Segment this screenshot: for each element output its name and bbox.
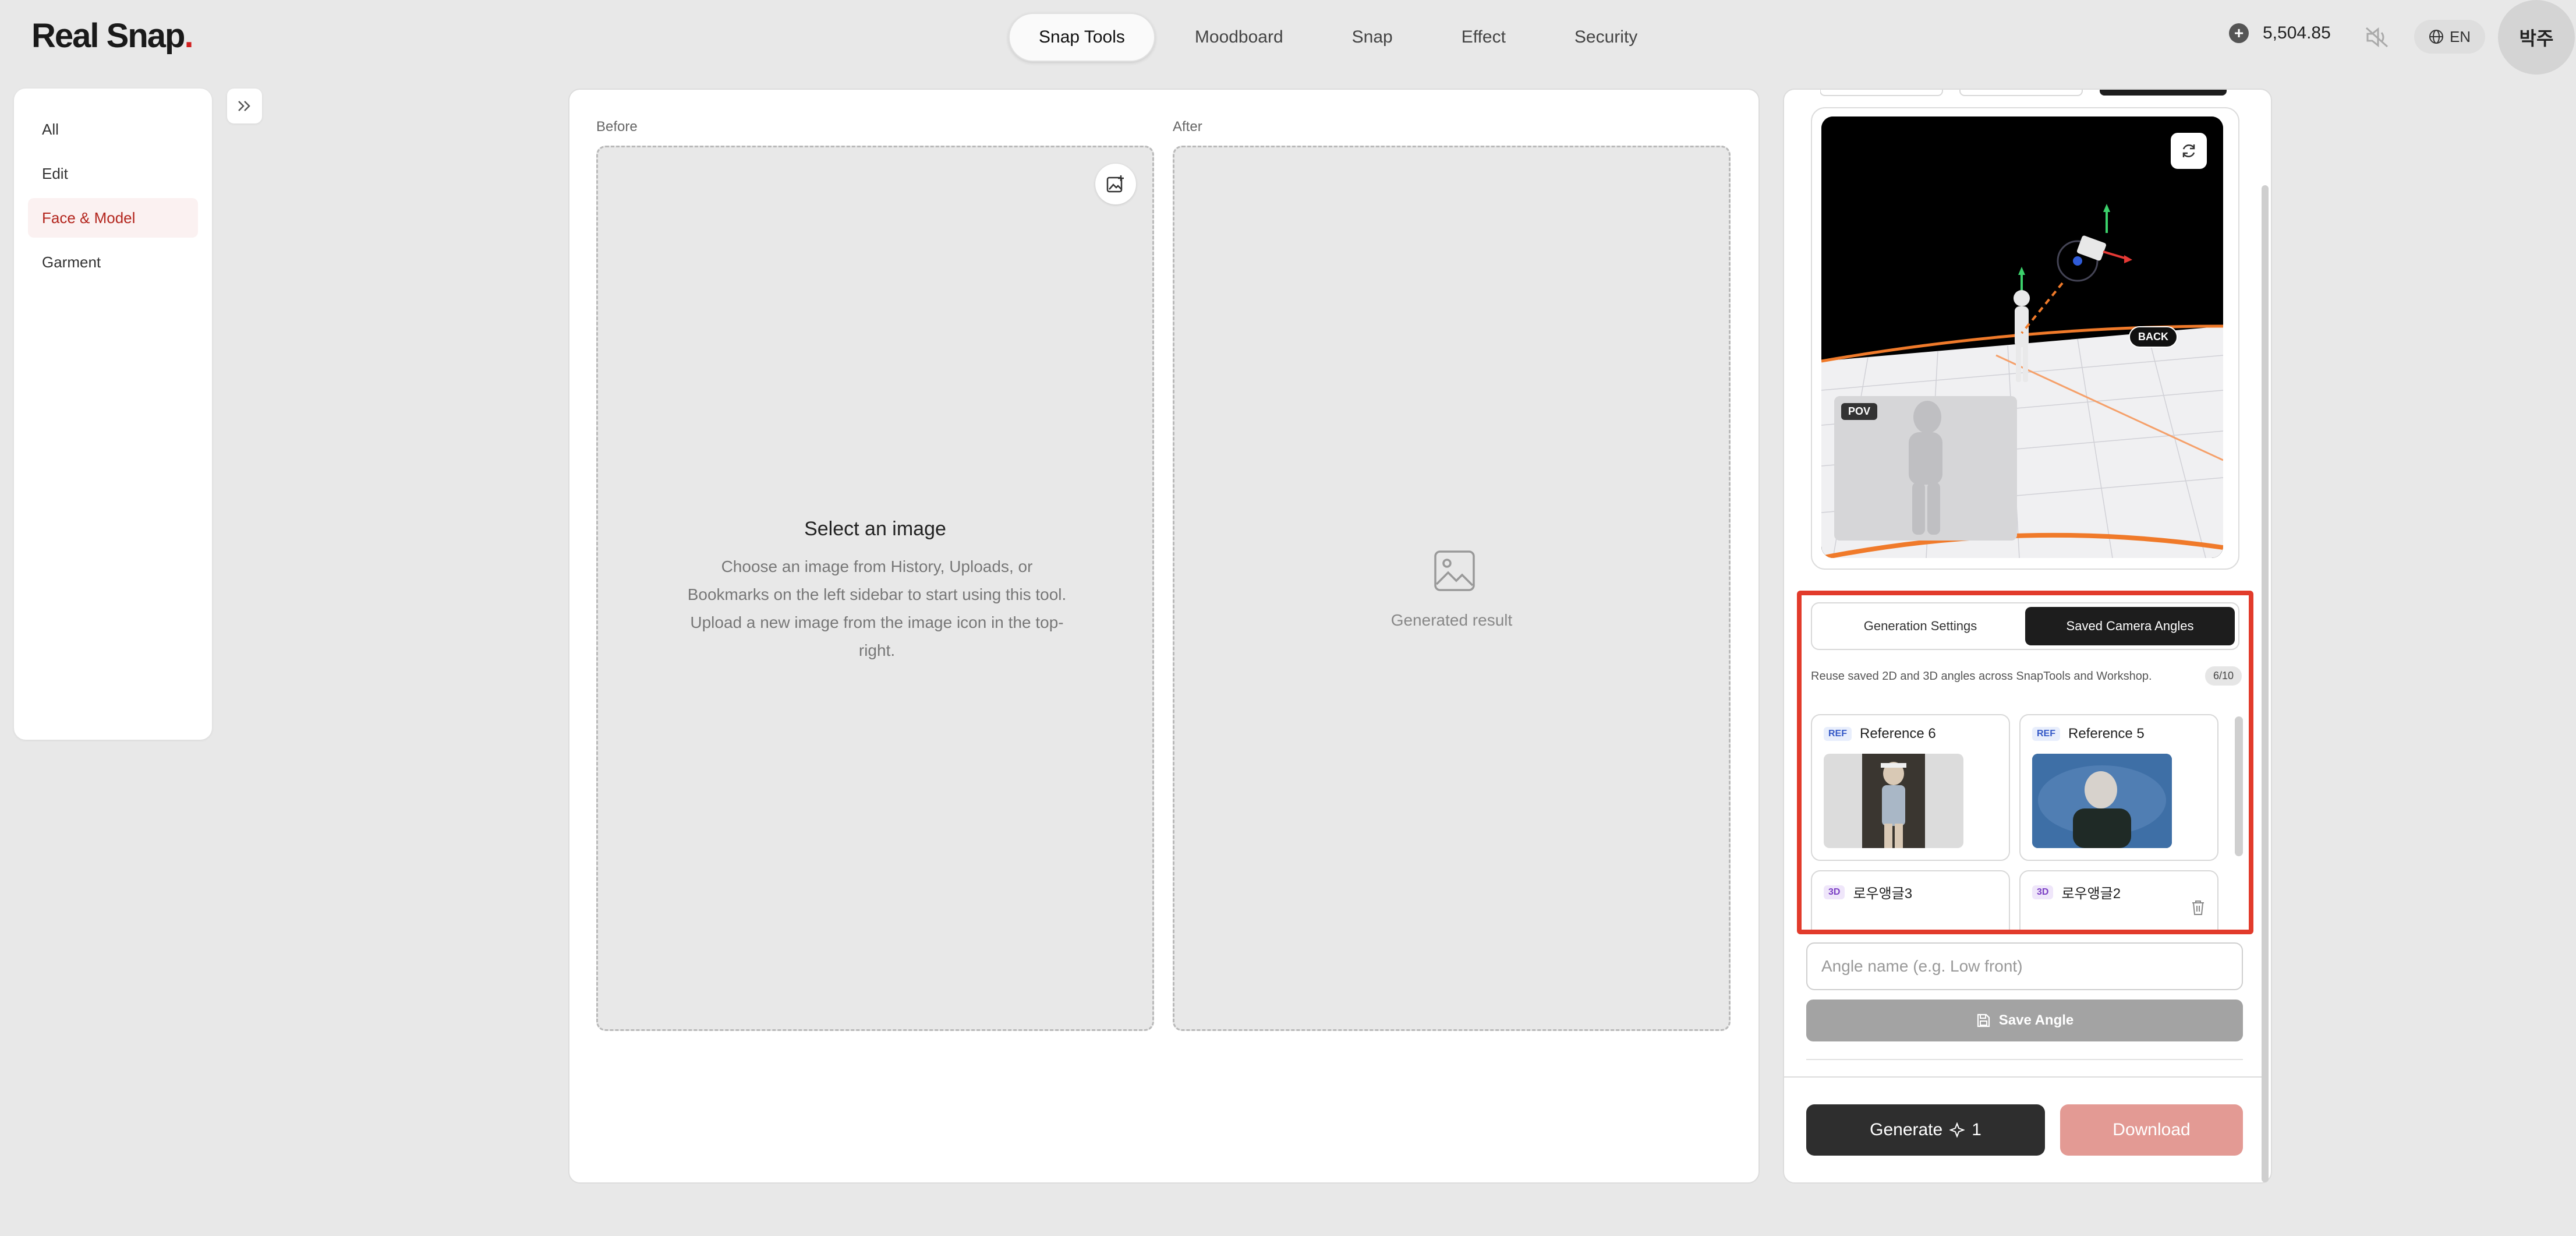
angle-card[interactable]: REF Reference 6 (1811, 714, 2010, 861)
generate-cost: 1 (1972, 1120, 1981, 1139)
before-dropzone[interactable]: Select an image Choose an image from His… (596, 146, 1154, 1031)
sidebar-item-all[interactable]: All (28, 110, 198, 149)
plus-circle-icon[interactable]: + (2229, 23, 2249, 43)
refresh-icon (2182, 144, 2195, 158)
scroll-cut-strip (1820, 90, 2227, 96)
ref-tag: REF (2032, 727, 2060, 741)
save-angle-label: Save Angle (1998, 1012, 2074, 1028)
ref-tag: REF (1824, 727, 1852, 741)
tab-snap-tools[interactable]: Snap Tools (1009, 13, 1155, 62)
credits-display: + 5,504.85 (2229, 23, 2331, 43)
download-button[interactable]: Download (2060, 1104, 2243, 1156)
tab-snap[interactable]: Snap (1323, 13, 1422, 62)
3d-tag: 3D (1824, 885, 1845, 899)
upload-image-button[interactable] (1095, 164, 1136, 204)
tab-effect[interactable]: Effect (1432, 13, 1535, 62)
top-bar: Real Snap. Snap Tools Moodboard Snap Eff… (0, 0, 2576, 76)
save-icon (1977, 1013, 1990, 1027)
tab-moodboard[interactable]: Moodboard (1166, 13, 1312, 62)
angle-card[interactable]: 3D 로우앵글3 (1811, 870, 2010, 930)
main-nav: Snap Tools Moodboard Snap Effect Securit… (1009, 13, 1666, 62)
category-sidebar: All Edit Face & Model Garment (14, 89, 212, 740)
image-placeholder-icon (1434, 550, 1475, 591)
3d-tag: 3D (2032, 885, 2054, 899)
angle-card[interactable]: 3D 로우앵글2 (2019, 870, 2218, 930)
sparkle-icon (1949, 1122, 1965, 1138)
tab-saved-camera-angles[interactable]: Saved Camera Angles (2025, 607, 2235, 645)
divider (1806, 1059, 2243, 1060)
after-label: After (1173, 119, 1202, 135)
tab-generation-settings[interactable]: Generation Settings (1816, 607, 2025, 645)
sidebar-item-edit[interactable]: Edit (28, 154, 198, 193)
angle-name-input[interactable] (1806, 942, 2243, 990)
generate-button[interactable]: Generate 1 (1806, 1104, 2045, 1156)
main-canvas: Before After Select an image Choose an i… (568, 89, 1760, 1184)
angle-name: Reference 5 (2068, 726, 2145, 741)
select-image-description: Choose an image from History, Uploads, o… (687, 557, 1067, 659)
camera-3d-viewport[interactable]: BACK POV (1821, 116, 2223, 558)
angle-name: Reference 6 (1860, 726, 1936, 741)
back-direction-badge[interactable]: BACK (2129, 326, 2178, 348)
after-result-area: Generated result (1173, 146, 1731, 1031)
angle-name: 로우앵글3 (1853, 886, 1913, 902)
saved-angles-list: REF Reference 6 REF Reference 5 3D 로우앵글3… (1811, 714, 2218, 930)
angles-tabs: Generation Settings Saved Camera Angles (1811, 602, 2239, 650)
save-angle-button[interactable]: Save Angle (1806, 1000, 2243, 1041)
logo[interactable]: Real Snap. (31, 16, 194, 55)
divider (1784, 1076, 2262, 1078)
globe-icon (2429, 30, 2443, 44)
angles-scrollbar[interactable] (2235, 716, 2243, 856)
angle-thumbnail (2032, 754, 2172, 848)
sidebar-item-garment[interactable]: Garment (28, 242, 198, 282)
double-chevron-right-icon (238, 101, 250, 111)
select-image-title: Select an image (804, 518, 946, 540)
sound-off-icon[interactable] (2364, 26, 2390, 49)
settings-panel: BACK POV Generation Settings Saved Camer… (1783, 89, 2272, 1184)
saved-angles-panel: Generation Settings Saved Camera Angles … (1797, 591, 2253, 934)
language-label: EN (2449, 27, 2471, 45)
angle-thumbnail (1824, 754, 1963, 848)
add-image-icon (1106, 175, 1124, 193)
language-selector[interactable]: EN (2414, 20, 2485, 54)
sidebar-item-face-model[interactable]: Face & Model (28, 198, 198, 238)
expand-sidebar-button[interactable] (227, 89, 262, 123)
trash-icon[interactable] (2191, 899, 2206, 916)
saved-angles-hint: Reuse saved 2D and 3D angles across Snap… (1811, 670, 2152, 683)
generated-result-placeholder: Generated result (1390, 611, 1513, 629)
before-label: Before (596, 119, 638, 135)
pov-preview: POV (1834, 396, 2017, 541)
angle-card[interactable]: REF Reference 5 (2019, 714, 2218, 861)
saved-angles-count: 6/10 (2205, 666, 2242, 686)
generate-label: Generate (1870, 1120, 1943, 1139)
credits-value: 5,504.85 (2263, 23, 2331, 43)
reset-view-button[interactable] (2171, 133, 2207, 169)
pov-badge: POV (1841, 403, 1878, 420)
tab-security[interactable]: Security (1545, 13, 1666, 62)
angle-name: 로우앵글2 (2061, 886, 2121, 902)
panel-scrollbar[interactable] (2262, 185, 2269, 1182)
avatar[interactable]: 박주 (2498, 0, 2575, 75)
